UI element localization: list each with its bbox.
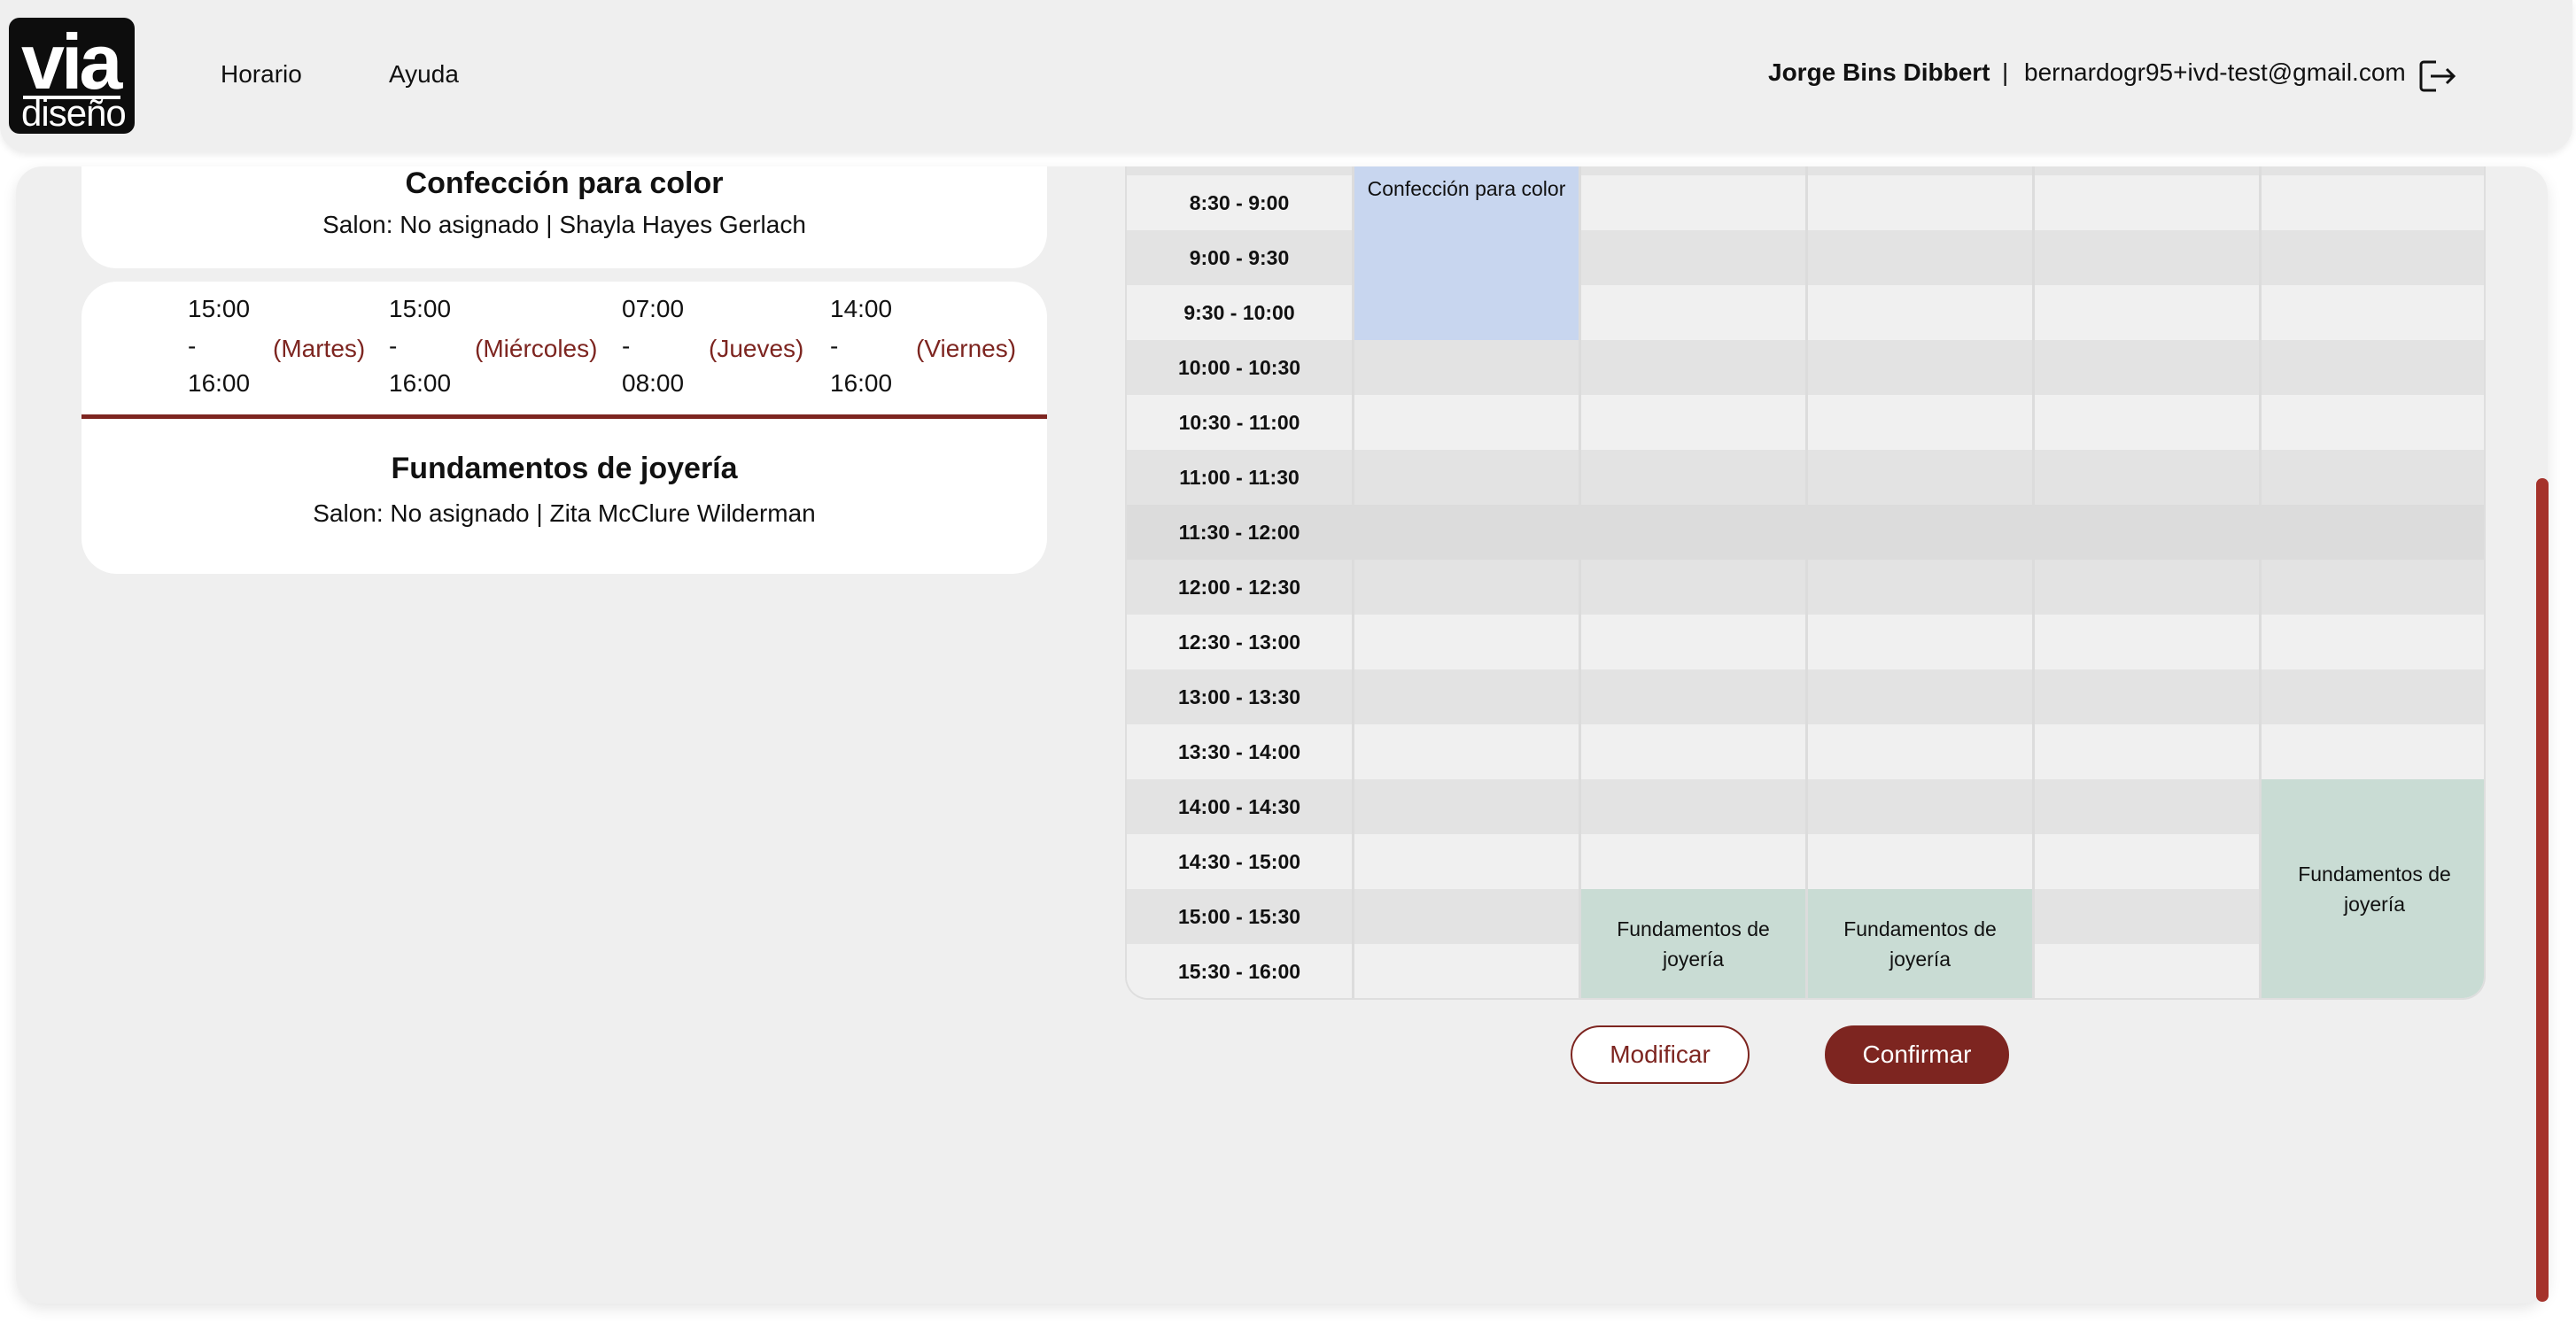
user-separator: | [2002,58,2009,86]
slot-dash: - [622,332,631,360]
card-divider [81,414,1047,419]
logout-icon[interactable] [2418,58,2457,94]
event-fundamentos-de-joyeria[interactable]: Fundamentos de joyería [1581,889,1805,998]
course-subtitle: Salon: No asignado | Shayla Hayes Gerlac… [322,211,806,238]
user-email: bernardogr95+ivd-test@gmail.com [2024,58,2406,86]
top-header: via diseño Horario Ayuda Jorge Bins Dibb… [0,0,2572,152]
slot-day: (Miércoles) [475,335,598,362]
course-subtitle: Salon: No asignado | Zita McClure Wilder… [313,499,816,527]
course-card-confeccion: Confección para color Salon: No asignado… [81,166,1047,268]
slot-start: 15:00 [389,295,452,322]
time-slot-label: 8:30 - 9:00 [1189,191,1290,214]
time-slot-label: 12:30 - 13:00 [1177,631,1301,654]
time-slot-label: 9:30 - 10:00 [1183,301,1295,324]
slot-dash: - [188,332,197,360]
time-slot-label: 12:00 - 12:30 [1177,576,1301,599]
course-title: Fundamentos de joyería [391,452,738,485]
main-panel: Confección para color Salon: No asignado… [16,166,2548,1304]
weekly-timetable: 8:30 - 9:00 9:00 - 9:30 9:30 - 10:00 10:… [1125,166,2486,1000]
slot-end: 16:00 [188,369,251,397]
via-diseno-logo[interactable]: via diseño [9,18,135,134]
time-slot-label: 14:00 - 14:30 [1177,795,1301,818]
logo-text-bottom: diseño [21,92,127,134]
modify-button[interactable]: Modificar [1571,1025,1750,1084]
slot-start: 15:00 [188,295,251,322]
slot-end: 16:00 [830,369,893,397]
slot-start: 07:00 [622,295,685,322]
event-confeccion-para-color[interactable]: Confección para color [1354,166,1579,340]
column-divider [2032,166,2035,998]
slot-dash: - [830,332,839,360]
time-slot-label: 15:30 - 16:00 [1177,960,1301,983]
course-card-fundamentos: 15:00 - 16:00 (Martes) 15:00 - 16:00 (Mi… [81,282,1047,574]
time-slot-label: 9:00 - 9:30 [1189,246,1290,269]
slot-dash: - [389,332,398,360]
time-slot-label: 14:30 - 15:00 [1177,850,1301,873]
schedule-slot-1: 15:00 - 16:00 [188,290,250,402]
time-slot-label: 11:00 - 11:30 [1179,466,1300,489]
event-fundamentos-de-joyeria[interactable]: Fundamentos de joyería [2262,779,2484,998]
course-title: Confección para color [405,166,724,200]
slot-day: (Martes) [273,335,366,362]
time-slot-label: 10:30 - 11:00 [1178,411,1300,434]
slot-end: 16:00 [389,369,452,397]
schedule-slot-3: 07:00 - 08:00 [622,290,684,402]
slot-end: 08:00 [622,369,685,397]
logo-text-top: via [21,18,122,105]
time-slot-label: 10:00 - 10:30 [1177,356,1301,379]
vertical-scrollbar[interactable] [2536,478,2549,1302]
time-slot-label: 13:00 - 13:30 [1177,685,1301,708]
confirm-button[interactable]: Confirmar [1825,1025,2009,1084]
time-slot-label: 13:30 - 14:00 [1177,740,1301,763]
nav-ayuda[interactable]: Ayuda [389,60,459,89]
schedule-slot-2: 15:00 - 16:00 [389,290,451,402]
event-fundamentos-de-joyeria[interactable]: Fundamentos de joyería [1808,889,2032,998]
user-name: Jorge Bins Dibbert [1768,58,1990,86]
time-slot-label: 11:30 - 12:00 [1178,521,1300,544]
schedule-slot-4: 14:00 - 16:00 [830,290,892,402]
slot-day: (Viernes) [916,335,1017,362]
column-divider [1579,166,1581,998]
time-slot-label: 15:00 - 15:30 [1177,905,1301,928]
slot-start: 14:00 [830,295,893,322]
slot-day: (Jueves) [709,335,804,362]
column-divider [1805,166,1808,998]
nav-horario[interactable]: Horario [221,60,302,89]
